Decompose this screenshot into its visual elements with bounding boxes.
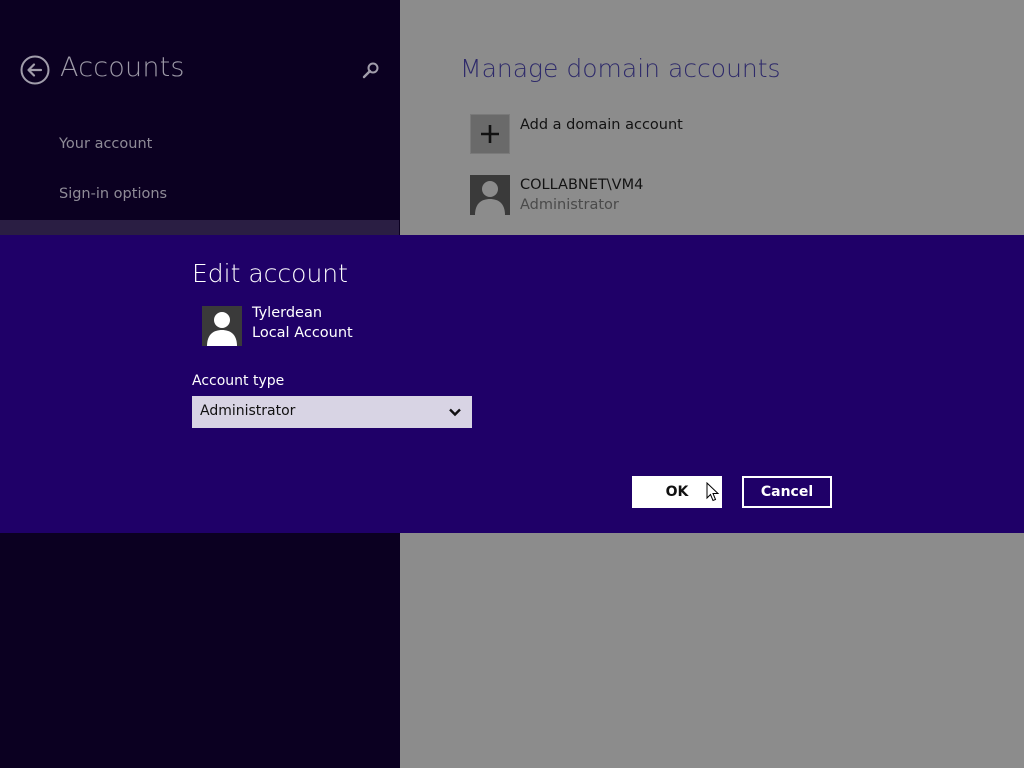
cancel-button[interactable]: Cancel xyxy=(742,476,832,508)
edit-account-dialog: Edit account Tylerdean Local Account Acc… xyxy=(0,235,1024,533)
ok-button[interactable]: OK xyxy=(632,476,722,508)
domain-account-role: Administrator xyxy=(520,197,619,213)
user-avatar-icon xyxy=(207,312,237,346)
plus-icon xyxy=(481,125,499,143)
domain-account-avatar[interactable] xyxy=(470,175,510,215)
sidebar-selected-item-highlight xyxy=(0,220,399,236)
user-account-type: Local Account xyxy=(252,325,353,341)
settings-screen: Accounts Your account Sign-in options Ma… xyxy=(0,0,1024,768)
domain-account-name[interactable]: COLLABNET\VM4 xyxy=(520,177,643,193)
user-name: Tylerdean xyxy=(252,305,323,321)
search-button[interactable] xyxy=(360,60,382,82)
user-avatar-icon xyxy=(475,181,505,215)
back-button[interactable] xyxy=(20,55,50,85)
chevron-down-icon xyxy=(449,408,461,417)
add-domain-account-label[interactable]: Add a domain account xyxy=(520,117,683,133)
account-type-value: Administrator xyxy=(200,403,296,419)
add-domain-account-button[interactable] xyxy=(470,114,510,154)
sidebar-item-your-account[interactable]: Your account xyxy=(59,136,152,152)
search-icon xyxy=(362,62,379,79)
sidebar-item-sign-in-options[interactable]: Sign-in options xyxy=(59,186,167,202)
account-type-label: Account type xyxy=(192,373,285,389)
account-type-select[interactable]: Administrator xyxy=(192,396,472,428)
dialog-title: Edit account xyxy=(192,259,348,288)
avatar xyxy=(202,306,242,346)
page-title: Manage domain accounts xyxy=(460,54,781,83)
back-arrow-icon xyxy=(20,55,50,85)
sidebar-title: Accounts xyxy=(60,52,185,83)
